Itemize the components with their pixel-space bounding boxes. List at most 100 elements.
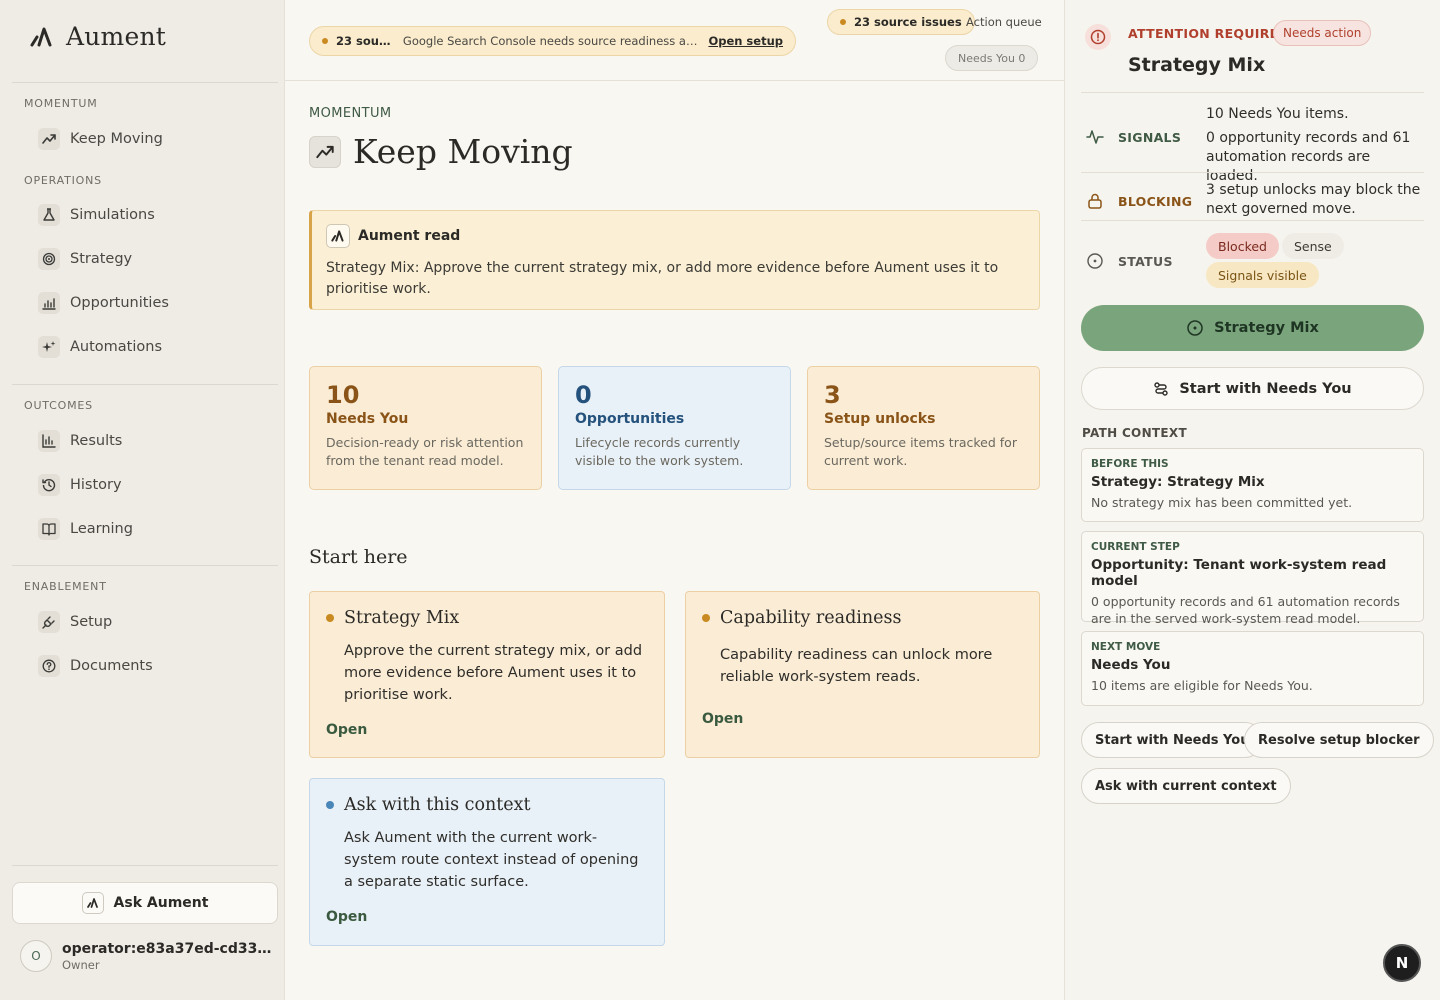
start-with-needs-you-label: Start with Needs You	[1179, 380, 1352, 397]
card-ask-with-context[interactable]: Ask with this context Ask Aument with th…	[309, 778, 665, 946]
status-chip-signals: Signals visible	[1206, 262, 1319, 288]
sidebar-item-label: Opportunities	[70, 295, 169, 311]
sidebar: Aument MOMENTUM Keep Moving OPERATIONS S…	[0, 0, 285, 1000]
sidebar-item-strategy[interactable]: Strategy	[38, 248, 132, 270]
bar-chart-icon	[38, 430, 60, 452]
strategy-mix-button[interactable]: Strategy Mix	[1081, 305, 1424, 351]
divider	[12, 82, 278, 83]
sidebar-item-keep-moving[interactable]: Keep Moving	[38, 128, 163, 150]
divider	[12, 865, 278, 866]
sidebar-item-label: History	[70, 477, 122, 493]
lock-icon	[1088, 193, 1102, 209]
signals-label: SIGNALS	[1086, 128, 1181, 146]
sidebar-item-label: Keep Moving	[70, 131, 163, 147]
stat-needs-you[interactable]: 10 Needs You Decision-ready or risk atte…	[309, 366, 542, 490]
context-title: Strategy: Strategy Mix	[1091, 474, 1265, 490]
plug-icon	[38, 611, 60, 633]
divider	[12, 565, 278, 566]
banner-count: 23 sourc...	[336, 34, 395, 48]
card-capability-readiness[interactable]: Capability readiness Capability readines…	[685, 591, 1040, 758]
page-eyebrow: MOMENTUM	[309, 106, 392, 121]
blocking-label: BLOCKING	[1086, 192, 1192, 210]
context-desc: 0 opportunity records and 61 automation …	[1091, 594, 1400, 626]
alert-circle-icon	[1085, 24, 1111, 50]
topbar: 23 sourc... Google Search Console needs …	[285, 0, 1065, 81]
ask-with-current-context-chip[interactable]: Ask with current context	[1081, 768, 1291, 804]
sidebar-item-opportunities[interactable]: Opportunities	[38, 292, 169, 314]
status-circle-icon	[1087, 253, 1103, 269]
aument-read-callout: Aument read Strategy Mix: Approve the cu…	[309, 210, 1040, 310]
sidebar-item-results[interactable]: Results	[38, 430, 122, 452]
target-icon	[38, 248, 60, 270]
user-role: Owner	[62, 957, 100, 972]
dev-tools-button[interactable]: N	[1383, 944, 1421, 982]
blocking-label-text: BLOCKING	[1118, 193, 1193, 209]
stat-desc: Setup/source items tracked for current w…	[824, 435, 1017, 468]
sidebar-item-documents[interactable]: Documents	[38, 655, 153, 677]
source-readiness-banner: 23 sourc... Google Search Console needs …	[309, 26, 796, 56]
stat-setup-unlocks[interactable]: 3 Setup unlocks Setup/source items track…	[807, 366, 1040, 490]
help-circle-icon	[38, 655, 60, 677]
start-with-needs-you-chip[interactable]: Start with Needs You	[1081, 722, 1264, 758]
resolve-setup-blocker-chip[interactable]: Resolve setup blocker	[1244, 722, 1434, 758]
sidebar-item-setup[interactable]: Setup	[38, 611, 112, 633]
book-icon	[38, 518, 60, 540]
context-before-this[interactable]: BEFORE THIS Strategy: Strategy Mix No st…	[1081, 448, 1424, 522]
sidebar-item-learning[interactable]: Learning	[38, 518, 133, 540]
warning-dot-icon	[322, 38, 328, 44]
card-open-link[interactable]: Open	[702, 711, 743, 727]
brand-name: Aument	[66, 22, 167, 51]
ask-aument-button[interactable]: Ask Aument	[12, 882, 278, 924]
card-title: Ask with this context	[344, 795, 531, 815]
context-eyebrow: CURRENT STEP	[1091, 541, 1180, 553]
sidebar-item-history[interactable]: History	[38, 474, 122, 496]
read-text: Strategy Mix: Approve the current strate…	[326, 260, 999, 297]
card-open-link[interactable]: Open	[326, 722, 367, 738]
panel-title: Strategy Mix	[1128, 54, 1266, 76]
card-strategy-mix[interactable]: Strategy Mix Approve the current strateg…	[309, 591, 665, 758]
card-open-link[interactable]: Open	[326, 909, 367, 925]
user-profile[interactable]: O operator:e83a37ed-cd33-41... Owner	[20, 940, 272, 972]
context-eyebrow: BEFORE THIS	[1091, 458, 1169, 470]
page-title: Keep Moving	[353, 132, 573, 171]
context-next-move[interactable]: NEXT MOVE Needs You 10 items are eligibl…	[1081, 631, 1424, 706]
context-current-step[interactable]: CURRENT STEP Opportunity: Tenant work-sy…	[1081, 531, 1424, 626]
brand[interactable]: Aument	[28, 22, 166, 51]
section-enablement: ENABLEMENT	[24, 580, 107, 593]
target-icon	[1187, 320, 1203, 336]
section-momentum: MOMENTUM	[24, 97, 98, 110]
divider	[1081, 172, 1424, 173]
action-queue-label: Action queue	[966, 15, 1042, 29]
card-body: Ask Aument with the current work-system …	[344, 830, 639, 890]
trending-up-icon	[38, 128, 60, 150]
status-dot-icon	[326, 614, 334, 622]
attention-label: ATTENTION REQUIRED	[1128, 26, 1290, 41]
route-icon	[1154, 381, 1169, 396]
page-header: Keep Moving	[309, 132, 573, 171]
needs-you-pill[interactable]: Needs You 0	[945, 45, 1039, 71]
stat-desc: Lifecycle records currently visible to t…	[575, 435, 744, 468]
ask-aument-label: Ask Aument	[113, 895, 209, 911]
open-setup-link[interactable]: Open setup	[708, 34, 783, 48]
stat-opportunities[interactable]: 0 Opportunities Lifecycle records curren…	[558, 366, 791, 490]
start-with-needs-you-button[interactable]: Start with Needs You	[1081, 367, 1424, 410]
trending-up-icon	[309, 135, 341, 168]
stat-value: 10	[326, 381, 360, 409]
section-heading-start-here: Start here	[309, 546, 408, 568]
signals-label-text: SIGNALS	[1118, 129, 1182, 145]
source-issues-label: 23 source issues	[854, 15, 962, 29]
sidebar-item-label: Simulations	[70, 207, 155, 223]
path-context-heading: PATH CONTEXT	[1082, 426, 1187, 440]
signals-text: 10 Needs You items.	[1206, 106, 1349, 122]
status-chip-sense: Sense	[1282, 233, 1344, 259]
section-operations: OPERATIONS	[24, 174, 102, 187]
context-title: Needs You	[1091, 657, 1171, 673]
source-issues-pill[interactable]: 23 source issues	[827, 9, 975, 35]
needs-action-badge: Needs action	[1273, 20, 1372, 46]
blocking-text: 3 setup unlocks may block the next gover…	[1206, 182, 1421, 217]
sidebar-item-simulations[interactable]: Simulations	[38, 204, 155, 226]
sidebar-item-label: Learning	[70, 521, 133, 537]
sidebar-item-automations[interactable]: Automations	[38, 336, 162, 358]
divider	[1081, 220, 1424, 221]
sidebar-item-label: Results	[70, 433, 123, 449]
